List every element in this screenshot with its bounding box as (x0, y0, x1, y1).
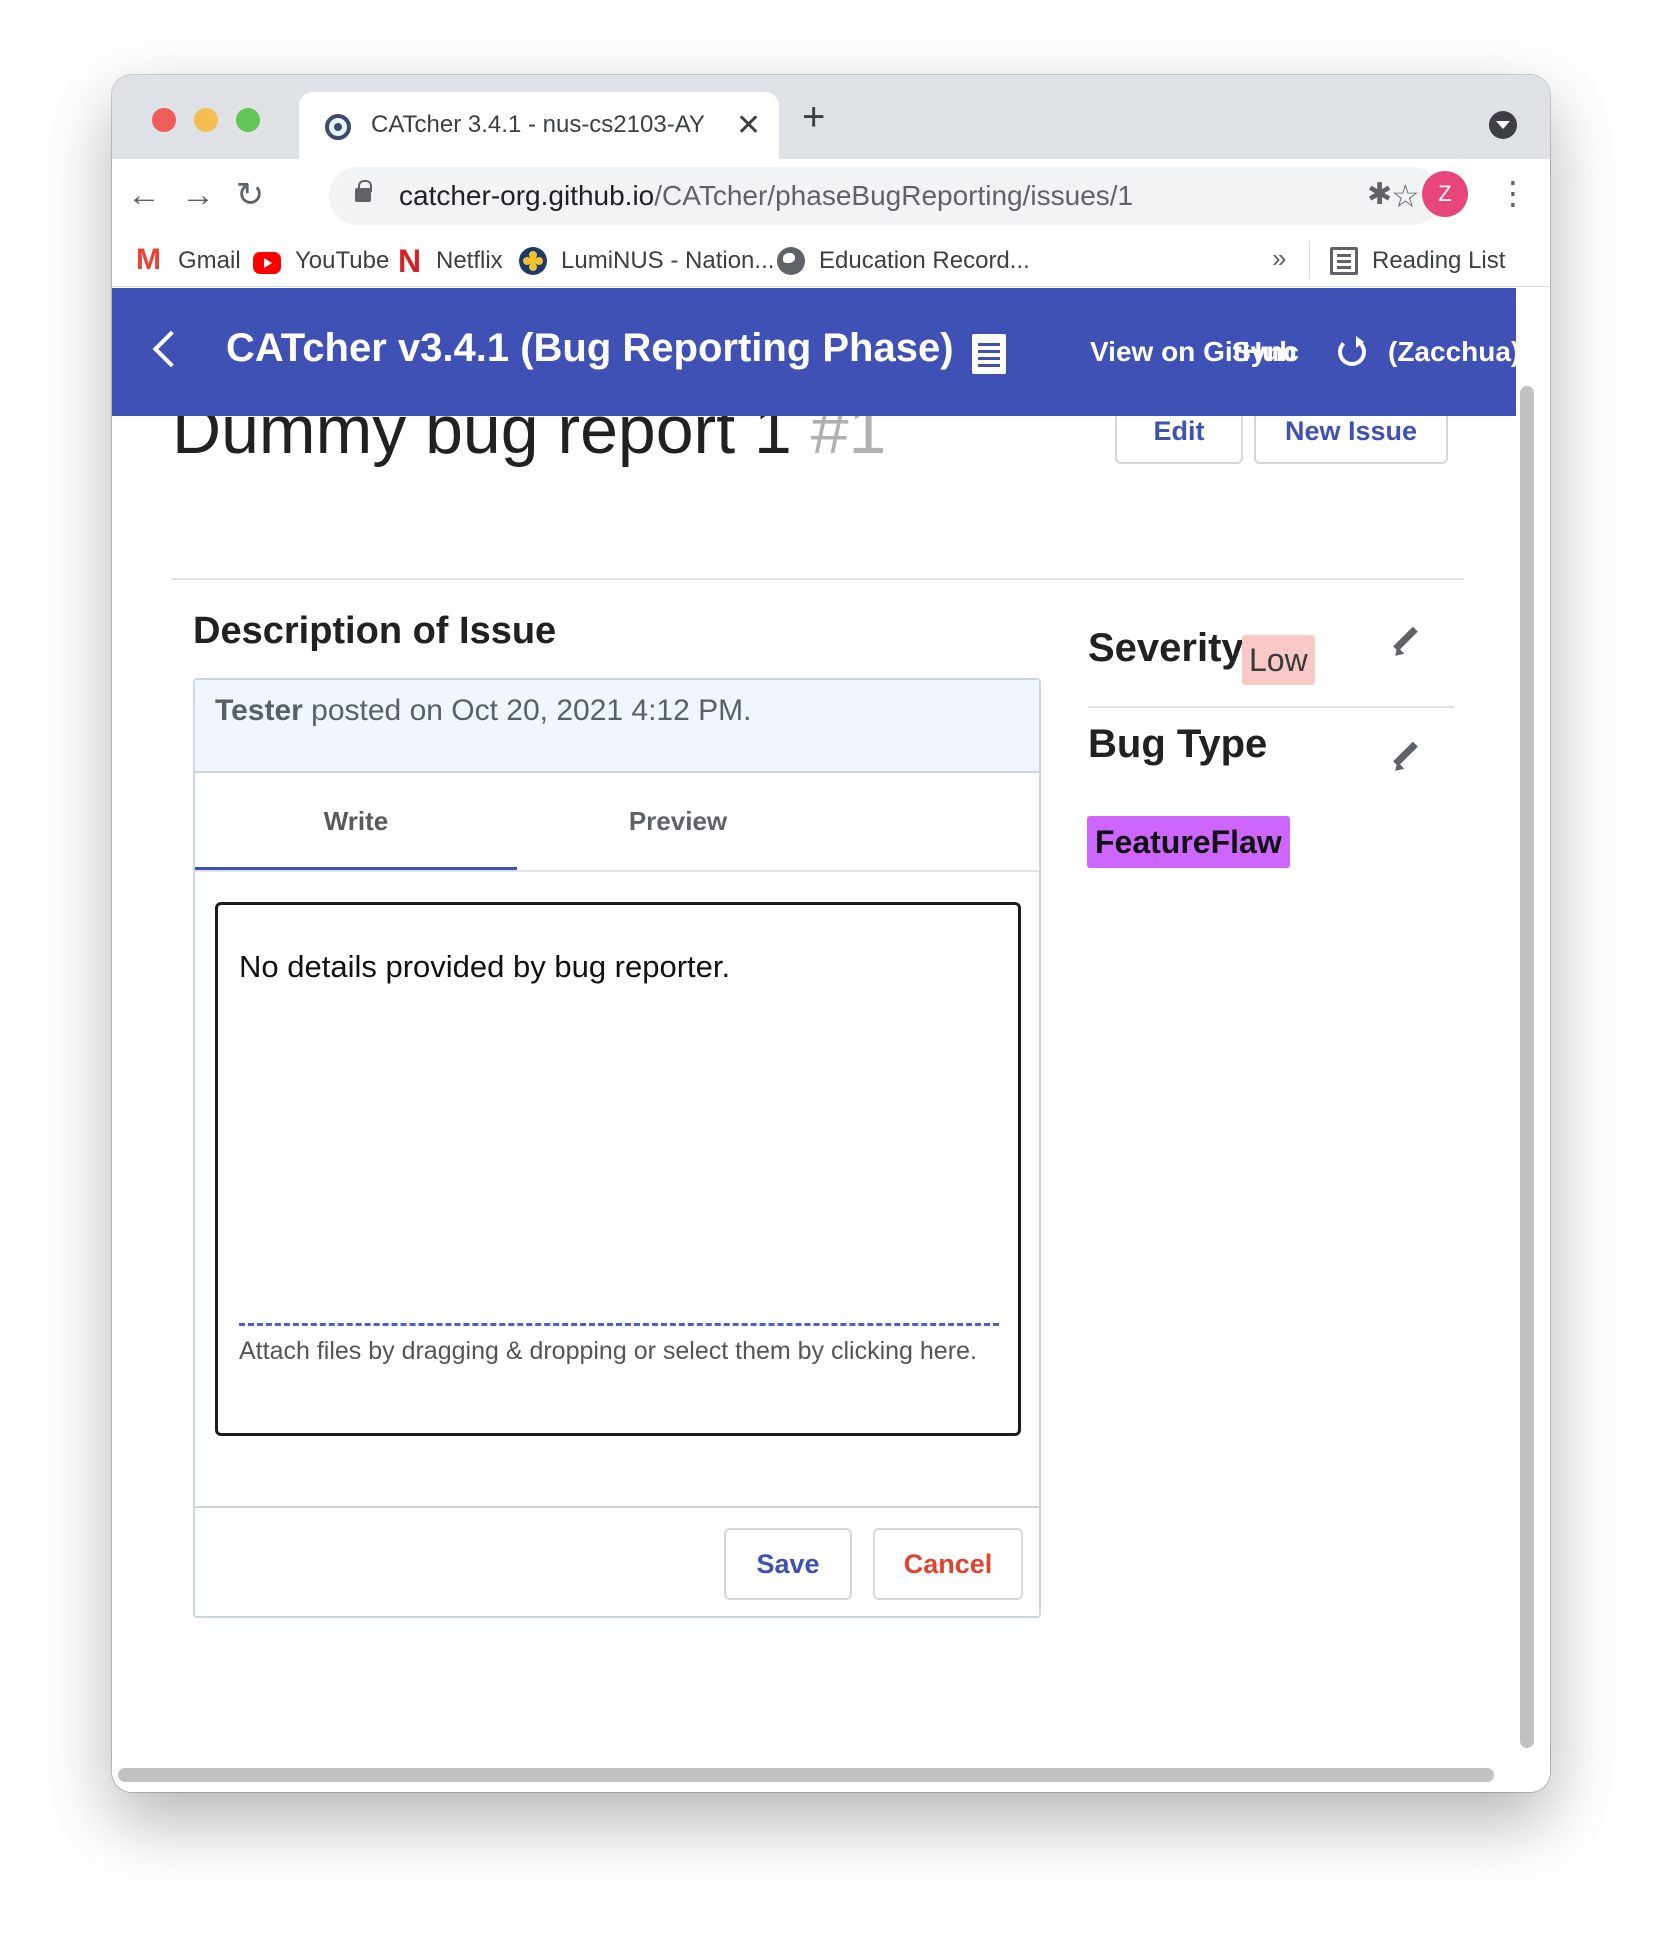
description-text: No details provided by bug reporter. (239, 949, 731, 984)
url-text[interactable]: catcher-org.github.io/CATcher/phaseBugRe… (399, 180, 1133, 212)
vertical-scrollbar[interactable] (1520, 386, 1534, 1748)
extensions-puzzle-icon[interactable]: ✱ (1367, 175, 1392, 215)
screenshot-canvas: CATcher 3.4.1 - nus-cs2103-AY ✕ + ← → ↻ … (0, 0, 1660, 1942)
horizontal-scrollbar[interactable] (118, 1768, 1494, 1782)
bookmark-label: Netflix (436, 247, 503, 274)
reading-list-icon (1330, 247, 1358, 275)
reading-list-button[interactable]: Reading List (1330, 245, 1505, 277)
browser-tab-active[interactable]: CATcher 3.4.1 - nus-cs2103-AY ✕ (299, 92, 779, 160)
back-chevron-icon[interactable] (152, 330, 190, 368)
bookmark-gmail[interactable]: Gmail (136, 244, 241, 277)
bookmark-label: Education Record... (819, 247, 1030, 274)
sidebar-divider (1088, 706, 1454, 708)
browser-toolbar: ← → ↻ catcher-org.github.io/CATcher/phas… (112, 159, 1550, 233)
tab-search-icon[interactable] (1489, 111, 1517, 139)
tab-strip: CATcher 3.4.1 - nus-cs2103-AY ✕ + (112, 75, 1550, 160)
edit-severity-pencil-icon[interactable] (1388, 625, 1422, 659)
bookmark-luminus[interactable]: LumiNUS - Nation... (519, 245, 774, 277)
comment-author: Tester (215, 694, 303, 727)
minimize-window-button[interactable] (194, 108, 218, 132)
new-tab-button[interactable]: + (802, 95, 825, 139)
reload-icon[interactable]: ↻ (230, 171, 270, 219)
comment-header: Tester posted on Oct 20, 2021 4:12 PM. (195, 680, 1039, 773)
profile-avatar[interactable]: Z (1422, 171, 1468, 217)
sync-button-label[interactable]: Sync (1232, 336, 1299, 368)
severity-badge: Low (1242, 635, 1315, 685)
gmail-icon (136, 244, 164, 276)
more-bookmarks-icon[interactable]: » (1272, 243, 1286, 274)
edit-bug-type-pencil-icon[interactable] (1388, 740, 1422, 774)
bookmarks-bar: Gmail YouTube Netflix LumiNUS - Nation..… (112, 233, 1550, 287)
logged-in-user[interactable]: (Zacchua) (1388, 336, 1516, 368)
description-heading: Description of Issue (193, 610, 557, 652)
catcher-favicon-icon (325, 114, 351, 140)
bookmark-label: LumiNUS - Nation... (561, 247, 775, 274)
forward-arrow-icon[interactable]: → (178, 171, 218, 219)
luminus-icon (519, 247, 547, 275)
lock-icon[interactable] (355, 180, 372, 202)
tab-title: CATcher 3.4.1 - nus-cs2103-AY (371, 111, 705, 138)
youtube-icon (253, 251, 281, 274)
globe-icon (777, 247, 805, 275)
comment-posted-date: posted on Oct 20, 2021 4:12 PM. (302, 694, 752, 727)
back-arrow-icon[interactable]: ← (124, 171, 164, 219)
save-button[interactable]: Save (724, 1528, 852, 1600)
bug-type-badge: FeatureFlaw (1087, 816, 1290, 868)
maximize-window-button[interactable] (236, 108, 260, 132)
url-host: catcher-org.github.io (399, 180, 655, 211)
bug-type-label: Bug Type (1088, 722, 1268, 766)
title-divider (172, 578, 1464, 580)
bookmark-label: YouTube (295, 247, 390, 274)
browser-window: CATcher 3.4.1 - nus-cs2103-AY ✕ + ← → ↻ … (112, 75, 1550, 1792)
comment-meta: Tester posted on Oct 20, 2021 4:12 PM. (215, 694, 751, 728)
bookmark-star-icon[interactable]: ☆ (1391, 176, 1420, 216)
sync-icon[interactable] (1338, 336, 1366, 366)
tab-preview[interactable]: Preview (517, 773, 839, 871)
description-textarea[interactable]: No details provided by bug reporter. Att… (215, 902, 1021, 1436)
tabs-divider (195, 870, 1039, 872)
bookmarks-divider (1309, 241, 1310, 279)
page-content: Dummy bug report 1 #1 Edit New Issue Des… (112, 288, 1516, 1748)
app-toolbar: CATcher v3.4.1 (Bug Reporting Phase) Vie… (112, 288, 1516, 416)
close-window-button[interactable] (152, 108, 176, 132)
attach-files-hint[interactable]: Attach files by dragging & dropping or s… (239, 1335, 999, 1367)
url-path: /CATcher/phaseBugReporting/issues/1 (654, 180, 1134, 211)
browser-menu-icon[interactable]: ⋮ (1497, 173, 1529, 213)
actions-divider (195, 1506, 1039, 1508)
bookmark-label: Gmail (178, 247, 241, 274)
drop-zone-divider (239, 1323, 999, 1326)
address-bar[interactable]: catcher-org.github.io/CATcher/phaseBugRe… (329, 167, 1441, 225)
bookmark-netflix[interactable]: Netflix (394, 243, 503, 279)
close-tab-icon[interactable]: ✕ (736, 106, 761, 146)
bookmark-education-record[interactable]: Education Record... (777, 245, 1030, 277)
app-title: CATcher v3.4.1 (Bug Reporting Phase) (226, 326, 954, 370)
tab-write[interactable]: Write (195, 773, 517, 871)
bookmark-youtube[interactable]: YouTube (253, 245, 389, 277)
severity-label: Severity (1088, 626, 1244, 670)
session-document-icon[interactable] (972, 334, 1006, 374)
reading-list-label: Reading List (1372, 247, 1506, 274)
cancel-button[interactable]: Cancel (873, 1528, 1023, 1600)
netflix-icon (394, 243, 422, 279)
description-comment-card: Tester posted on Oct 20, 2021 4:12 PM. W… (193, 678, 1041, 1618)
page-viewport: Dummy bug report 1 #1 Edit New Issue Des… (112, 288, 1550, 1792)
